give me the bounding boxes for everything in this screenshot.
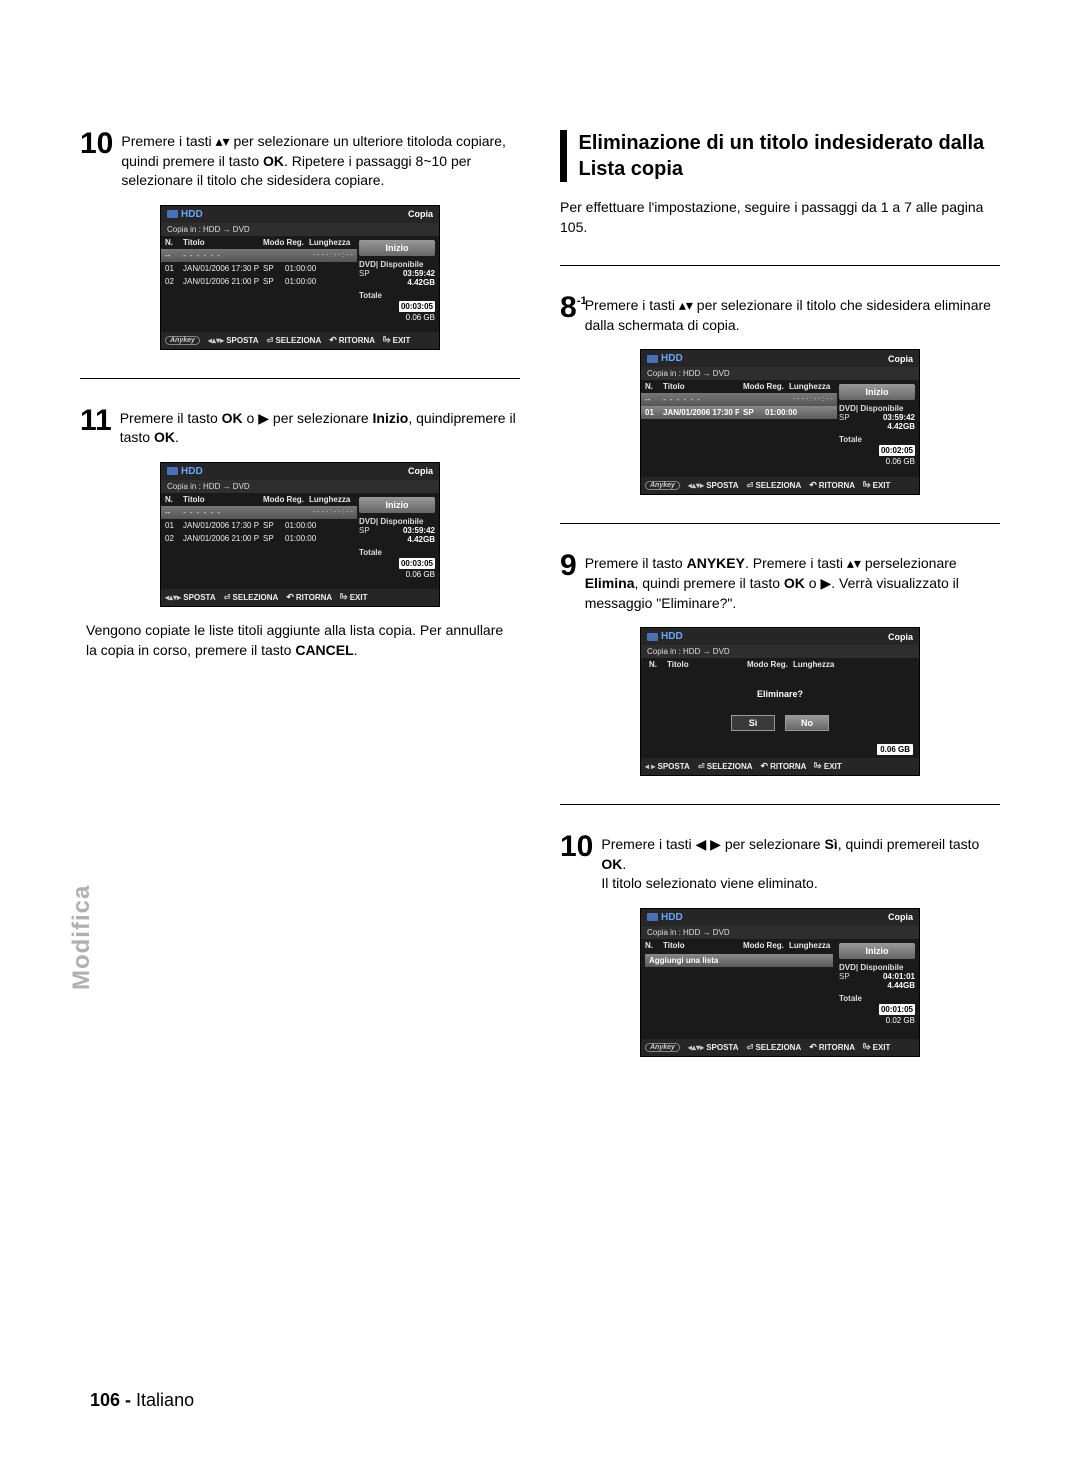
table-row-selected: 01 JAN/01/2006 17:30 PR SP 01:00:00 (641, 406, 837, 419)
dialog-yes-button: Sì (731, 715, 775, 731)
step-10-left: 10 Premere i tasti ▴▾ per selezionare un… (80, 130, 520, 191)
step-number: 10 (560, 833, 593, 862)
right-column: Eliminazione di un titolo indesiderato d… (560, 130, 1000, 1057)
table-row: 02 JAN/01/2006 21:00 PR SP 01:00:00 (161, 275, 357, 288)
step-9: 9 Premere il tasto ANYKEY. Premere i tas… (560, 552, 1000, 613)
section-intro: Per effettuare l'impostazione, seguire i… (560, 198, 1000, 237)
step-text: Premere il tasto ANYKEY. Premere i tasti… (585, 552, 1000, 613)
copy-path: Copia in : HDD → DVD (161, 223, 439, 236)
step-8-1: 8-1 Premere i tasti ▴▾ per selezionare i… (560, 294, 1000, 335)
totale-label: Totale (359, 291, 435, 300)
inizio-button: Inizio (839, 384, 915, 400)
separator (560, 804, 1000, 805)
table-row: 01 JAN/01/2006 17:30 PR SP 01:00:00 (161, 262, 357, 275)
totale-time: 00:03:05 (399, 301, 435, 312)
step-11: 11 Premere il tasto OK o ▶ per seleziona… (80, 407, 520, 448)
step-text: Premere i tasti ◀ ▶ per selezionare Sì, … (601, 833, 1000, 894)
dialog-no-button: No (785, 715, 829, 731)
note-text: Vengono copiate le liste titoli aggiunte… (80, 621, 520, 660)
separator (80, 378, 520, 379)
step-text: Premere i tasti ▴▾ per selezionare un ul… (121, 130, 520, 191)
hdd-tag: HDD (167, 209, 203, 220)
step-text: Premere i tasti ▴▾ per selezionare il ti… (585, 294, 1000, 335)
table-header: N. Titolo Modo Reg. Lunghezza (161, 236, 357, 249)
side-tab: Modifica (68, 885, 96, 990)
section-heading: Eliminazione di un titolo indesiderato d… (560, 130, 1000, 182)
inizio-button: Inizio (839, 943, 915, 959)
dialog-message: Eliminare? (641, 689, 919, 699)
step-number: 9 (560, 552, 577, 581)
inizio-button: Inizio (359, 497, 435, 513)
dvd-disponibile-label: DVD| Disponibile (359, 260, 435, 269)
step-10-right: 10 Premere i tasti ◀ ▶ per selezionare S… (560, 833, 1000, 894)
copia-label: Copia (408, 209, 433, 219)
separator (560, 265, 1000, 266)
osd-screenshot-2: HDD Copia Copia in : HDD → DVD N. Titolo… (160, 462, 440, 607)
highlight-row: -- - - - - - - - - - - : - - : - - (161, 249, 357, 262)
step-number: 10 (80, 130, 113, 159)
inizio-button: Inizio (359, 240, 435, 256)
add-list-row: Aggiungi una lista (645, 954, 833, 967)
gb-value: 0.06 GB (877, 744, 913, 755)
osd-footer: Anykey ◂▴▾▸ SPOSTA ⏎ SELEZIONA RITORNA E… (161, 332, 439, 349)
left-column: 10 Premere i tasti ▴▾ per selezionare un… (80, 130, 520, 1057)
osd-screenshot-3: HDD Copia Copia in : HDD → DVD N. Titolo… (640, 349, 920, 495)
separator (560, 523, 1000, 524)
anykey-pill: Anykey (165, 336, 200, 345)
page-number: 106 - Italiano (90, 1390, 194, 1411)
osd-screenshot-1: HDD Copia Copia in : HDD → DVD N. Titolo… (160, 205, 440, 350)
step-number: 11 (80, 407, 112, 436)
osd-screenshot-5: HDD Copia Copia in : HDD → DVD N. Titolo… (640, 908, 920, 1057)
table-row: 01 JAN/01/2006 17:30 PR SP 01:00:00 (161, 519, 357, 532)
step-number: 8-1 (560, 294, 577, 323)
section-title: Eliminazione di un titolo indesiderato d… (579, 130, 1000, 182)
heading-bar-icon (560, 130, 567, 182)
table-row: 02 JAN/01/2006 21:00 PR SP 01:00:00 (161, 532, 357, 545)
osd-screenshot-4-dialog: HDD Copia Copia in : HDD → DVD N. Titolo… (640, 627, 920, 776)
step-text: Premere il tasto OK o ▶ per selezionare … (120, 407, 520, 448)
totale-gb: 0.06 GB (359, 313, 435, 322)
